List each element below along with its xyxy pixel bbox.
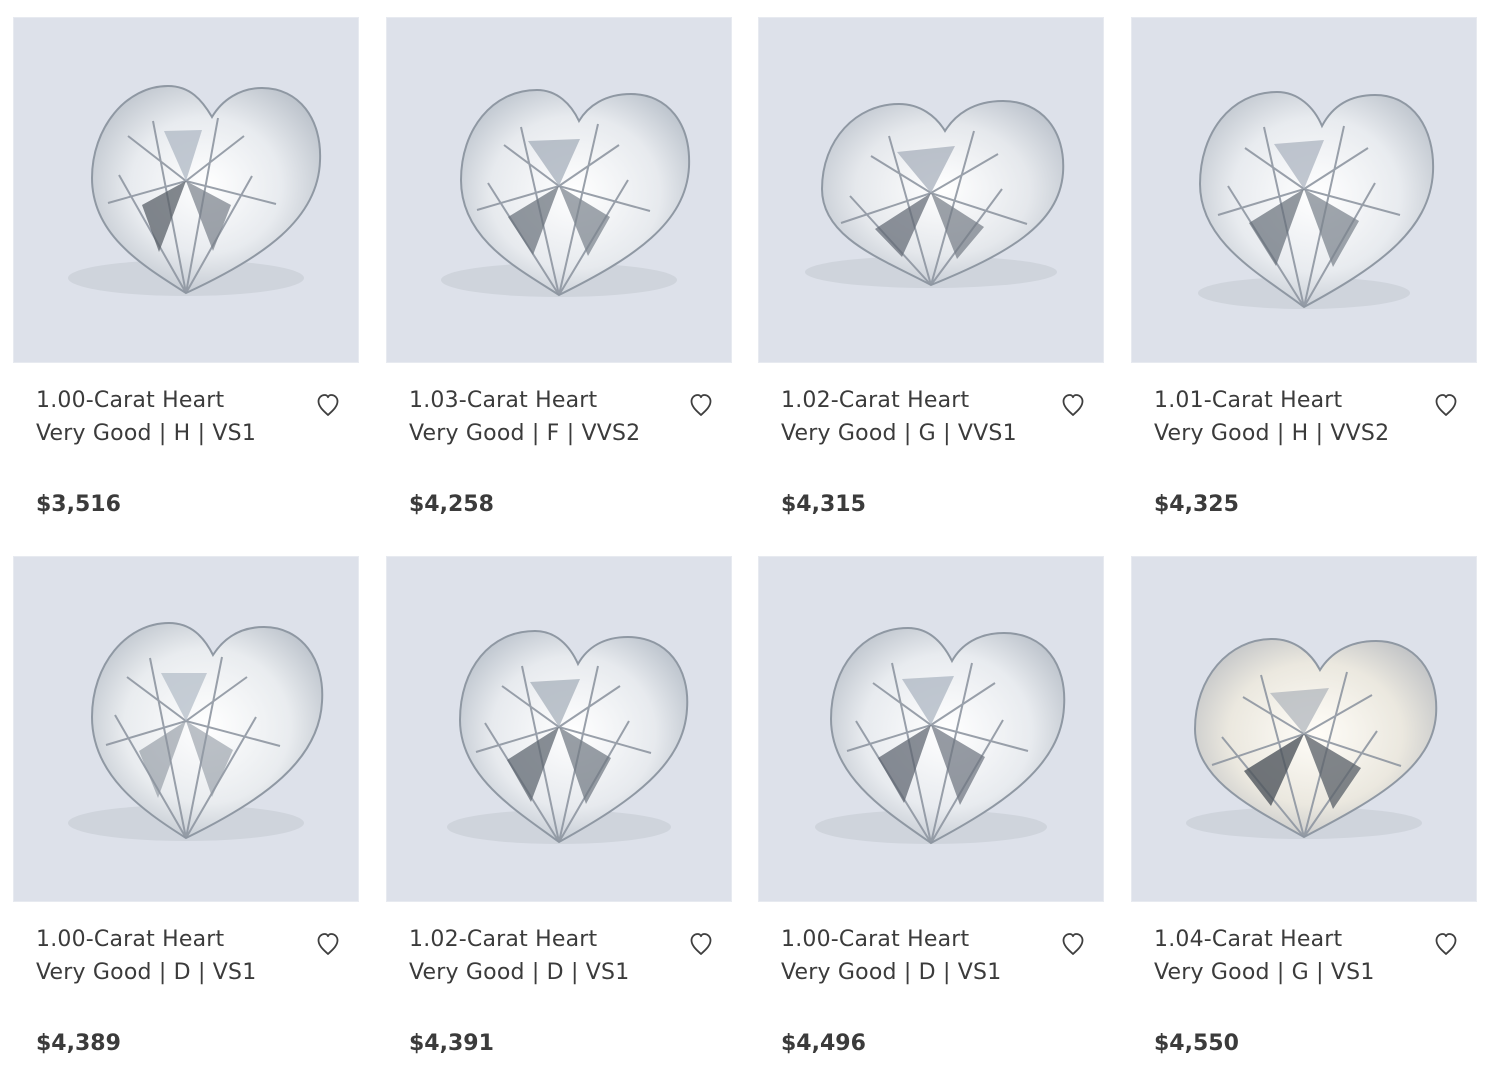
product-image[interactable] bbox=[758, 556, 1104, 902]
heart-diamond-icon bbox=[447, 629, 689, 844]
product-specs: Very Good | G | VS1 bbox=[1154, 960, 1375, 985]
heart-outline-icon bbox=[1435, 394, 1457, 416]
product-title[interactable]: 1.02-Carat Heart bbox=[409, 925, 669, 955]
wishlist-button[interactable] bbox=[1432, 930, 1460, 958]
product-price: $4,550 bbox=[1154, 1031, 1239, 1056]
product-price: $3,516 bbox=[36, 492, 121, 517]
product-specs: Very Good | G | VVS1 bbox=[781, 421, 1017, 446]
product-image[interactable] bbox=[1131, 556, 1477, 902]
product-price: $4,325 bbox=[1154, 492, 1239, 517]
product-title[interactable]: 1.01-Carat Heart bbox=[1154, 386, 1414, 416]
heart-diamond-icon bbox=[1198, 90, 1435, 309]
heart-outline-icon bbox=[317, 933, 339, 955]
product-title[interactable]: 1.03-Carat Heart bbox=[409, 386, 669, 416]
wishlist-button[interactable] bbox=[687, 930, 715, 958]
heart-diamond-icon bbox=[441, 88, 691, 297]
heart-diamond-icon bbox=[815, 626, 1066, 845]
product-grid: 1.00-Carat Heart Very Good | H | VS1 $3,… bbox=[0, 0, 1500, 1085]
heart-outline-icon bbox=[690, 394, 712, 416]
product-card[interactable]: 1.02-Carat Heart Very Good | D | VS1 $4,… bbox=[386, 556, 732, 1076]
product-specs: Very Good | H | VVS2 bbox=[1154, 421, 1390, 446]
product-price: $4,258 bbox=[409, 492, 494, 517]
wishlist-button[interactable] bbox=[1059, 930, 1087, 958]
product-card[interactable]: 1.03-Carat Heart Very Good | F | VVS2 $4… bbox=[386, 17, 732, 537]
heart-outline-icon bbox=[317, 394, 339, 416]
product-card[interactable]: 1.00-Carat Heart Very Good | D | VS1 $4,… bbox=[13, 556, 359, 1076]
product-card[interactable]: 1.04-Carat Heart Very Good | G | VS1 $4,… bbox=[1131, 556, 1477, 1076]
heart-diamond-icon bbox=[68, 84, 322, 296]
product-specs: Very Good | D | VS1 bbox=[409, 960, 630, 985]
product-card[interactable]: 1.00-Carat Heart Very Good | H | VS1 $3,… bbox=[13, 17, 359, 537]
heart-diamond-icon bbox=[1186, 637, 1438, 839]
product-image[interactable] bbox=[13, 17, 359, 363]
wishlist-button[interactable] bbox=[1059, 391, 1087, 419]
product-specs: Very Good | F | VVS2 bbox=[409, 421, 641, 446]
heart-outline-icon bbox=[1435, 933, 1457, 955]
heart-diamond-icon bbox=[68, 621, 324, 841]
heart-outline-icon bbox=[1062, 394, 1084, 416]
product-title[interactable]: 1.00-Carat Heart bbox=[36, 386, 296, 416]
product-image[interactable] bbox=[386, 556, 732, 902]
wishlist-button[interactable] bbox=[314, 391, 342, 419]
product-image[interactable] bbox=[386, 17, 732, 363]
product-specs: Very Good | D | VS1 bbox=[781, 960, 1002, 985]
product-card[interactable]: 1.01-Carat Heart Very Good | H | VVS2 $4… bbox=[1131, 17, 1477, 537]
heart-diamond-icon bbox=[805, 99, 1065, 288]
product-price: $4,496 bbox=[781, 1031, 866, 1056]
product-card[interactable]: 1.02-Carat Heart Very Good | G | VVS1 $4… bbox=[758, 17, 1104, 537]
product-title[interactable]: 1.00-Carat Heart bbox=[36, 925, 296, 955]
product-specs: Very Good | D | VS1 bbox=[36, 960, 257, 985]
product-price: $4,315 bbox=[781, 492, 866, 517]
wishlist-button[interactable] bbox=[314, 930, 342, 958]
product-image[interactable] bbox=[758, 17, 1104, 363]
heart-outline-icon bbox=[1062, 933, 1084, 955]
wishlist-button[interactable] bbox=[1432, 391, 1460, 419]
product-title[interactable]: 1.04-Carat Heart bbox=[1154, 925, 1414, 955]
product-card[interactable]: 1.00-Carat Heart Very Good | D | VS1 $4,… bbox=[758, 556, 1104, 1076]
product-price: $4,391 bbox=[409, 1031, 494, 1056]
product-title[interactable]: 1.02-Carat Heart bbox=[781, 386, 1041, 416]
product-image[interactable] bbox=[1131, 17, 1477, 363]
wishlist-button[interactable] bbox=[687, 391, 715, 419]
heart-outline-icon bbox=[690, 933, 712, 955]
product-price: $4,389 bbox=[36, 1031, 121, 1056]
product-title[interactable]: 1.00-Carat Heart bbox=[781, 925, 1041, 955]
product-specs: Very Good | H | VS1 bbox=[36, 421, 257, 446]
product-image[interactable] bbox=[13, 556, 359, 902]
